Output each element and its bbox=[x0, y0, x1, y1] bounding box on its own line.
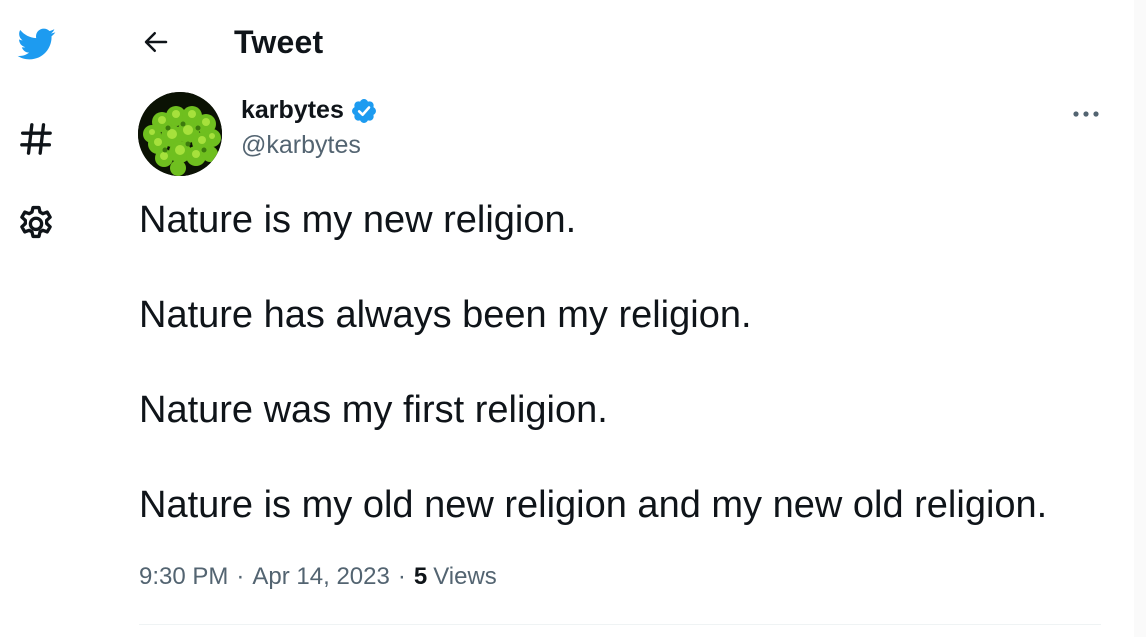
hashtag-icon bbox=[20, 123, 52, 155]
explore-link[interactable] bbox=[12, 115, 60, 163]
tweet-date[interactable]: Apr 14, 2023 bbox=[252, 563, 389, 591]
more-dots-icon bbox=[1073, 111, 1099, 117]
romanesco-avatar-image bbox=[138, 92, 222, 176]
tweet-line: Nature is my new religion. bbox=[139, 199, 577, 241]
divider bbox=[139, 624, 1101, 625]
author-display-name[interactable]: karbytes bbox=[241, 96, 344, 125]
tweet-line: Nature has always been my religion. bbox=[139, 294, 752, 336]
more-options-button[interactable] bbox=[1066, 96, 1106, 132]
tweet-time[interactable]: 9:30 PM bbox=[139, 563, 228, 591]
scrollbar[interactable] bbox=[1134, 0, 1146, 637]
twitter-logo-link[interactable] bbox=[12, 20, 60, 68]
nav-rail bbox=[0, 0, 72, 637]
author-info: karbytes @karbytes bbox=[241, 96, 378, 160]
page-title: Tweet bbox=[234, 23, 324, 60]
author-handle[interactable]: @karbytes bbox=[241, 131, 378, 160]
views-label: Views bbox=[433, 563, 497, 590]
author-name-row: karbytes bbox=[241, 96, 378, 125]
views-link[interactable]: 5 Views bbox=[414, 563, 497, 591]
meta-separator: · bbox=[397, 563, 406, 590]
back-button[interactable] bbox=[130, 16, 182, 68]
twitter-logo-icon bbox=[17, 28, 56, 60]
avatar[interactable] bbox=[138, 92, 222, 176]
settings-gear-icon bbox=[20, 205, 52, 239]
page-header: Tweet bbox=[130, 16, 323, 68]
tweet-text: Nature is my new religion. Nature has al… bbox=[139, 196, 1119, 576]
verified-badge-icon[interactable] bbox=[350, 97, 378, 125]
views-count: 5 bbox=[413, 563, 428, 590]
tweet-line: Nature was my first religion. bbox=[139, 389, 608, 431]
settings-link[interactable] bbox=[12, 200, 60, 248]
back-arrow-icon bbox=[144, 32, 168, 52]
tweet-meta: 9:30 PM · Apr 14, 2023 · 5 Views bbox=[139, 563, 497, 591]
meta-separator: · bbox=[236, 563, 245, 590]
tweet-line: Nature is my old new religion and my new… bbox=[139, 484, 1048, 526]
